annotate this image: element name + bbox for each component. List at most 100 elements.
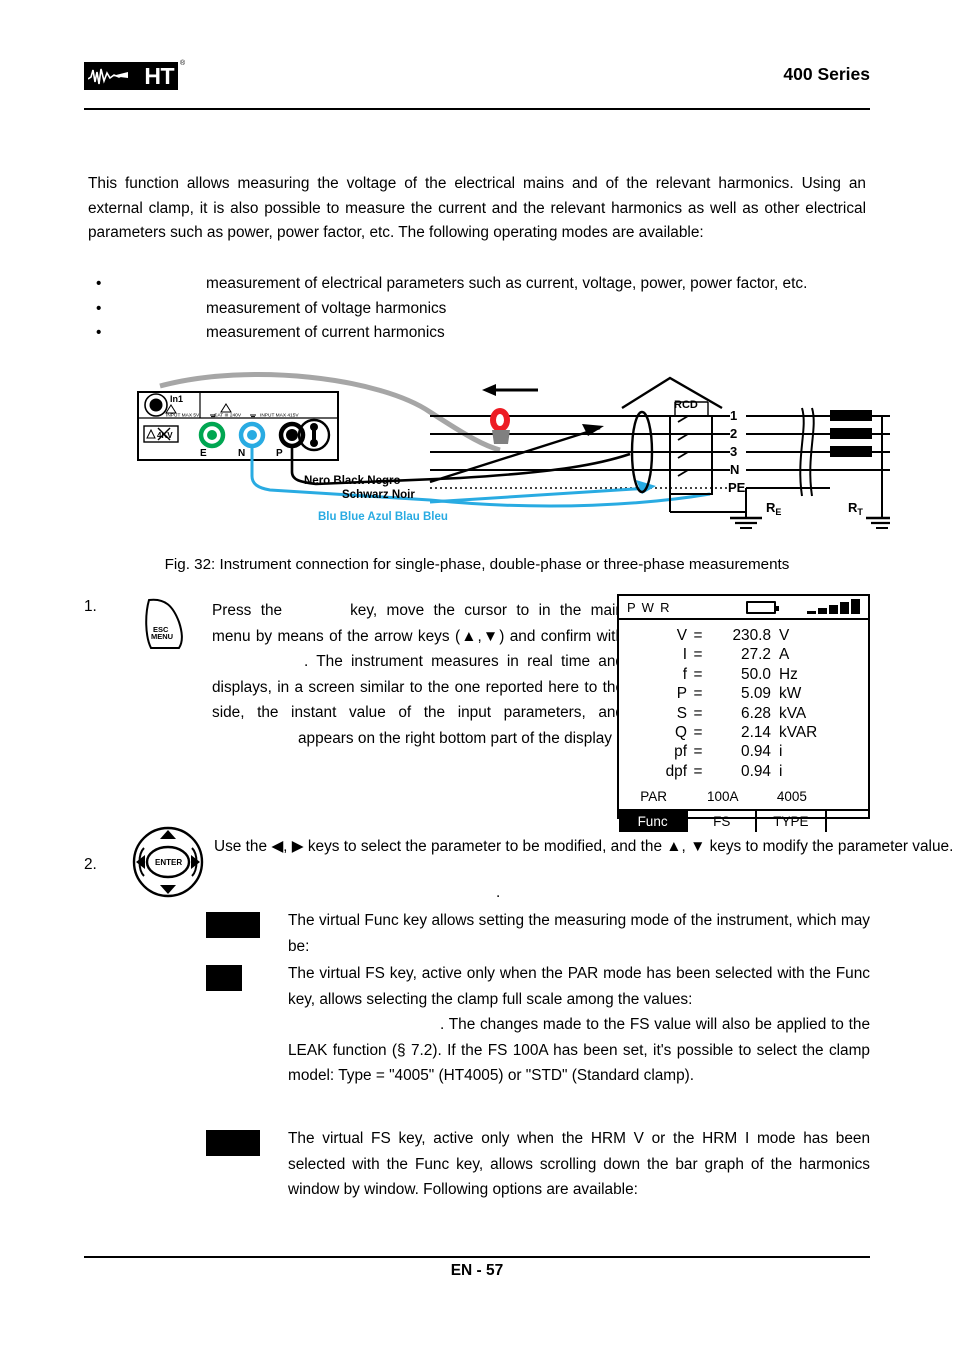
reading-unit: A bbox=[779, 646, 790, 664]
reading-equals: = bbox=[693, 762, 703, 780]
connection-diagram: In1 INPUT MAX 5V CAT III 240V INPUT MAX … bbox=[130, 372, 890, 544]
reading-equals: = bbox=[693, 724, 703, 742]
conductor-label-n: N bbox=[730, 462, 739, 477]
page-number: EN - 57 bbox=[450, 1262, 504, 1279]
current-clamp bbox=[490, 408, 510, 444]
conductor-label-pe: PE bbox=[728, 480, 746, 495]
reading-unit: kVA bbox=[779, 704, 807, 722]
list-item-label: measurement of electrical parameters suc… bbox=[206, 275, 808, 292]
softkey-empty[interactable] bbox=[827, 811, 869, 832]
signal-bars-icon bbox=[807, 599, 860, 614]
list-item-label: measurement of current harmonics bbox=[206, 324, 445, 341]
reading-unit: kW bbox=[779, 685, 802, 703]
terminal-p-label: P bbox=[276, 448, 283, 459]
black-box-placeholder bbox=[206, 965, 242, 991]
reading-symbol: dpf bbox=[665, 762, 687, 780]
reading-value: 27.2 bbox=[741, 646, 771, 664]
registered-mark: ® bbox=[180, 60, 186, 67]
lcd-reading-row: Q = 2.14 kVAR bbox=[619, 723, 868, 742]
reading-unit: i bbox=[779, 743, 783, 761]
reading-unit: i bbox=[779, 762, 783, 780]
reading-value: 230.8 bbox=[732, 627, 771, 644]
lcd-readings: V = 230.8 V I = 27.2 A f = 50.0 Hz P = 5… bbox=[619, 620, 868, 783]
rcd-box bbox=[669, 415, 713, 495]
supply-arrow bbox=[482, 384, 496, 396]
reading-symbol: pf bbox=[674, 743, 687, 761]
reading-value: 0.94 bbox=[741, 743, 771, 761]
status-func-value: PAR bbox=[640, 789, 667, 805]
header-divider bbox=[84, 108, 870, 110]
note-fs-key-par-text: The virtual FS key, active only when the… bbox=[288, 961, 870, 1089]
status-fs-value: 100A bbox=[706, 789, 739, 805]
arrow-up-icon bbox=[160, 830, 176, 839]
status-type-value: 4005 bbox=[776, 789, 807, 805]
reading-equals: = bbox=[693, 627, 703, 644]
figure-caption: Fig. 32: Instrument connection for singl… bbox=[164, 556, 790, 573]
reading-value: 6.28 bbox=[741, 704, 771, 722]
waveform-icon bbox=[88, 68, 128, 85]
reading-symbol: Q bbox=[675, 724, 687, 742]
reading-symbol: f bbox=[682, 665, 687, 683]
step-1-part-6: appears on the right bottom part of the … bbox=[298, 729, 612, 747]
step-2-number: 2. bbox=[84, 856, 97, 873]
reading-symbol: P bbox=[676, 685, 687, 703]
step-1-part-5: . The instrument measures in real time a… bbox=[212, 653, 624, 721]
menu-label: MENU bbox=[151, 632, 173, 641]
bullet-marker: • bbox=[96, 299, 102, 317]
lcd-status-row: PAR 100A 4005 bbox=[619, 783, 868, 809]
softkey-type[interactable]: TYPE bbox=[757, 811, 827, 833]
lcd-reading-row: dpf = 0.94 i bbox=[619, 762, 868, 781]
stray-period: . bbox=[496, 884, 501, 901]
lcd-status-bar: P W R bbox=[619, 596, 868, 620]
cat-label: CAT III 240V bbox=[214, 413, 242, 419]
reading-value: 50.0 bbox=[741, 665, 771, 683]
terminal-e-label: E bbox=[200, 448, 207, 459]
page-header: HT ® 400 Series bbox=[84, 58, 870, 110]
step-1-part-4: (▲,▼) and confirm with bbox=[454, 627, 625, 645]
ht-logo: HT bbox=[84, 62, 178, 90]
load-3 bbox=[830, 446, 872, 457]
reading-equals: = bbox=[693, 646, 703, 664]
blue-wire-legend: Blu Blue Azul Blau Bleu bbox=[318, 511, 448, 523]
reading-equals: = bbox=[693, 665, 703, 683]
enter-navigation-key-icon: ENTER bbox=[132, 826, 204, 898]
footer-divider bbox=[84, 1256, 870, 1258]
note-func-key-text: The virtual Func key allows setting the … bbox=[288, 912, 870, 955]
arrow-down-icon bbox=[160, 885, 176, 894]
lcd-reading-row: P = 5.09 kW bbox=[619, 684, 868, 703]
instrument-display: P W R V = 230.8 V I = 27.2 A f = 50.0 Hz… bbox=[617, 594, 870, 833]
manual-page: HT ® 400 Series This function allows mea… bbox=[0, 0, 954, 1351]
enter-label: ENTER bbox=[155, 858, 182, 867]
step-1-part-1: Press the bbox=[212, 602, 283, 619]
softkey-func[interactable]: Func bbox=[619, 811, 689, 833]
list-item: • measurement of electrical parameters s… bbox=[88, 272, 866, 297]
black-box-placeholder bbox=[206, 1130, 260, 1156]
terminal-n-label: N bbox=[238, 448, 245, 459]
conductor-label-1: 1 bbox=[730, 408, 737, 423]
black-wire-legend-2: Schwarz Noir bbox=[342, 489, 415, 501]
bullet-marker: • bbox=[96, 275, 102, 292]
softkey-fs[interactable]: FS bbox=[688, 811, 758, 833]
reading-equals: = bbox=[693, 704, 703, 722]
black-box-placeholder bbox=[206, 912, 260, 938]
lcd-reading-row: pf = 0.94 i bbox=[619, 742, 868, 761]
reading-symbol: V bbox=[676, 627, 687, 644]
lcd-softkey-bar: Func FS TYPE bbox=[619, 809, 869, 833]
note-2-line-2: . The changes made to the FS value will … bbox=[288, 1016, 870, 1084]
input1-label: In1 bbox=[170, 394, 183, 404]
note-fs-key-hrm-text: The virtual FS key, active only when the… bbox=[288, 1130, 870, 1198]
list-item: • measurement of current harmonics bbox=[88, 321, 866, 346]
step-1-part-2: key, move the cursor to bbox=[350, 602, 530, 619]
intro-paragraph: This function allows measuring the volta… bbox=[88, 175, 866, 241]
step-1-number: 1. bbox=[84, 598, 97, 615]
lcd-reading-row: f = 50.0 Hz bbox=[619, 665, 868, 684]
black-wire-legend-1: Nero Black Negro bbox=[304, 475, 401, 487]
lcd-mode-label: P W R bbox=[627, 599, 671, 615]
status-blank bbox=[827, 789, 869, 804]
house-roof bbox=[621, 376, 723, 410]
reading-symbol: I bbox=[682, 646, 687, 664]
list-item: • measurement of voltage harmonics bbox=[88, 297, 866, 322]
load-2 bbox=[830, 428, 872, 439]
series-title: 400 Series bbox=[783, 64, 870, 84]
wiring-diagram-svg: In1 INPUT MAX 5V CAT III 240V INPUT MAX … bbox=[137, 372, 890, 529]
